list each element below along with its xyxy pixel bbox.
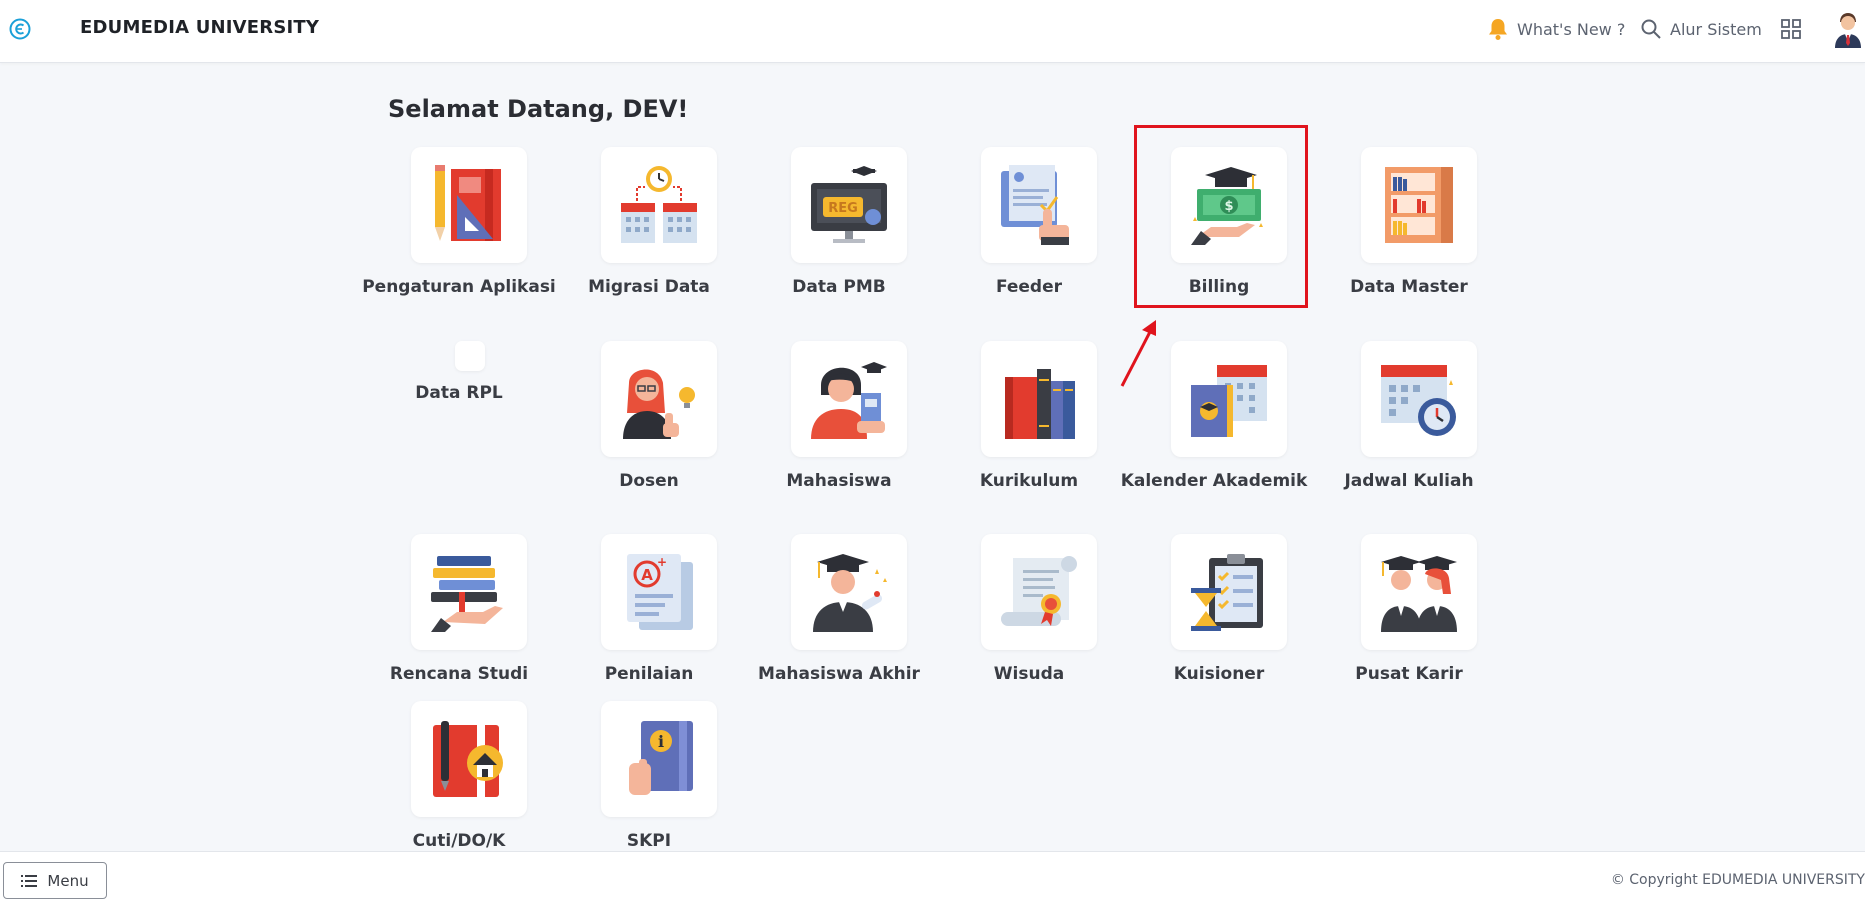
bookshelf-icon <box>1385 167 1453 243</box>
search-icon <box>1641 19 1661 39</box>
svg-text:i: i <box>658 732 664 751</box>
app-label: Billing <box>1188 277 1250 297</box>
app-card[interactable] <box>455 341 485 371</box>
notebook-home-icon <box>433 721 503 797</box>
brand-title[interactable]: EDUMEDIA UNIVERSITY <box>80 17 319 38</box>
lecturer-idea-icon <box>623 369 695 439</box>
academic-calendar-icon <box>1191 365 1267 437</box>
app-tile-feeder[interactable]: Feeder <box>934 147 1124 317</box>
app-tile-cuti-do-k[interactable]: Cuti/DO/K <box>364 701 554 871</box>
app-label: Feeder <box>995 277 1063 297</box>
app-label: Jadwal Kuliah <box>1344 471 1474 491</box>
monitor-reg-icon: REG <box>811 166 887 243</box>
list-icon <box>21 874 38 887</box>
app-card[interactable] <box>1171 341 1287 457</box>
clipboard-hourglass-icon <box>1191 554 1263 631</box>
app-card[interactable] <box>601 341 717 457</box>
app-card[interactable] <box>791 534 907 650</box>
calendar-clock-icon <box>621 166 697 243</box>
app-card[interactable] <box>1361 341 1477 457</box>
app-tile-pengaturan-aplikasi[interactable]: Pengaturan Aplikasi <box>362 147 556 317</box>
app-label: Wisuda <box>993 664 1065 684</box>
app-card[interactable] <box>791 341 907 457</box>
alur-sistem-link[interactable]: Alur Sistem <box>1640 16 1762 42</box>
bell-icon <box>1489 19 1507 40</box>
app-tile-data-rpl[interactable]: Data RPL <box>364 341 554 511</box>
svg-text:REG: REG <box>828 201 858 216</box>
svg-text:$: $ <box>1224 199 1233 214</box>
app-tile-rencana-studi[interactable]: Rencana Studi <box>364 534 554 704</box>
app-card[interactable] <box>411 701 527 817</box>
app-card[interactable]: i <box>601 701 717 817</box>
app-label: Kalender Akademik <box>1120 471 1308 491</box>
app-card[interactable] <box>411 147 527 263</box>
app-tile-wisuda[interactable]: Wisuda <box>934 534 1124 704</box>
app-card[interactable]: REG <box>791 147 907 263</box>
university-logo-icon[interactable] <box>9 18 31 40</box>
app-label: Data RPL <box>415 383 503 403</box>
app-tile-migrasi-data[interactable]: Migrasi Data <box>554 147 744 317</box>
info-book-icon: i <box>629 721 693 795</box>
graduate-diploma-icon <box>813 554 887 632</box>
books-hand-icon <box>431 556 503 632</box>
certificate-scroll-icon <box>1001 556 1077 626</box>
app-tile-kurikulum[interactable]: Kurikulum <box>934 341 1124 511</box>
money-graduation-icon: $ <box>1191 167 1263 245</box>
app-tile-kalender-akademik[interactable]: Kalender Akademik <box>1121 341 1314 511</box>
ruler-pencil-book-icon <box>435 165 501 241</box>
app-card[interactable] <box>1361 534 1477 650</box>
app-label: Pusat Karir <box>1355 664 1463 684</box>
menu-label: Menu <box>47 871 89 890</box>
schedule-clock-icon <box>1381 365 1456 436</box>
app-label: Kuisioner <box>1173 664 1265 684</box>
app-card[interactable] <box>981 341 1097 457</box>
app-label: Dosen <box>619 471 679 491</box>
app-card[interactable]: A + <box>601 534 717 650</box>
menu-button[interactable]: Menu <box>3 862 107 899</box>
app-tile-dosen[interactable]: Dosen <box>554 341 744 511</box>
app-label: Mahasiswa <box>786 471 892 491</box>
books-stack-icon <box>1005 369 1075 439</box>
graduates-pair-icon <box>1381 556 1457 632</box>
app-tile-skpi[interactable]: i SKPI <box>554 701 744 871</box>
app-label: Penilaian <box>604 664 694 684</box>
app-card[interactable] <box>601 147 717 263</box>
app-card[interactable] <box>1361 147 1477 263</box>
app-tile-mahasiswa-akhir[interactable]: Mahasiswa Akhir <box>744 534 934 704</box>
whats-new-label: What's New ? <box>1517 19 1626 39</box>
app-label: Data PMB <box>792 277 886 297</box>
welcome-heading: Selamat Datang, DEV! <box>388 95 689 123</box>
whats-new-link[interactable]: What's New ? <box>1487 16 1625 42</box>
grade-paper-icon: A + <box>627 554 693 630</box>
app-card[interactable] <box>411 534 527 650</box>
app-label: Migrasi Data <box>588 277 710 297</box>
app-label: Rencana Studi <box>389 664 529 684</box>
app-tile-data-master[interactable]: Data Master <box>1314 147 1504 317</box>
top-navbar: EDUMEDIA UNIVERSITY What's New ? Alur Si… <box>0 0 1865 63</box>
app-card[interactable] <box>1171 534 1287 650</box>
app-tile-kuisioner[interactable]: Kuisioner <box>1124 534 1314 704</box>
svg-text:A: A <box>641 566 653 584</box>
app-tile-billing[interactable]: $ Billing <box>1124 147 1314 317</box>
student-book-icon <box>811 362 887 439</box>
app-label: Data Master <box>1350 277 1468 297</box>
app-label: Mahasiswa Akhir <box>758 664 920 684</box>
app-tile-pusat-karir[interactable]: Pusat Karir <box>1314 534 1504 704</box>
app-tile-penilaian[interactable]: A + Penilaian <box>554 534 744 704</box>
app-tile-jadwal-kuliah[interactable]: Jadwal Kuliah <box>1314 341 1504 511</box>
document-touch-icon <box>1001 165 1069 245</box>
alur-sistem-label: Alur Sistem <box>1670 19 1762 39</box>
user-avatar-icon[interactable] <box>1834 10 1862 48</box>
apps-grid-icon[interactable] <box>1780 18 1802 40</box>
copyright-text: © Copyright EDUMEDIA UNIVERSITY <box>1610 872 1865 888</box>
app-tile-data-pmb[interactable]: REG Data PMB <box>744 147 934 317</box>
app-card[interactable] <box>981 147 1097 263</box>
svg-text:+: + <box>657 555 667 569</box>
app-tile-mahasiswa[interactable]: Mahasiswa <box>744 341 934 511</box>
footer-bar: Menu © Copyright EDUMEDIA UNIVERSITY <box>0 851 1865 903</box>
app-label: Kurikulum <box>979 471 1079 491</box>
app-label: Pengaturan Aplikasi <box>362 277 556 297</box>
app-card[interactable]: $ <box>1171 147 1287 263</box>
app-card[interactable] <box>981 534 1097 650</box>
